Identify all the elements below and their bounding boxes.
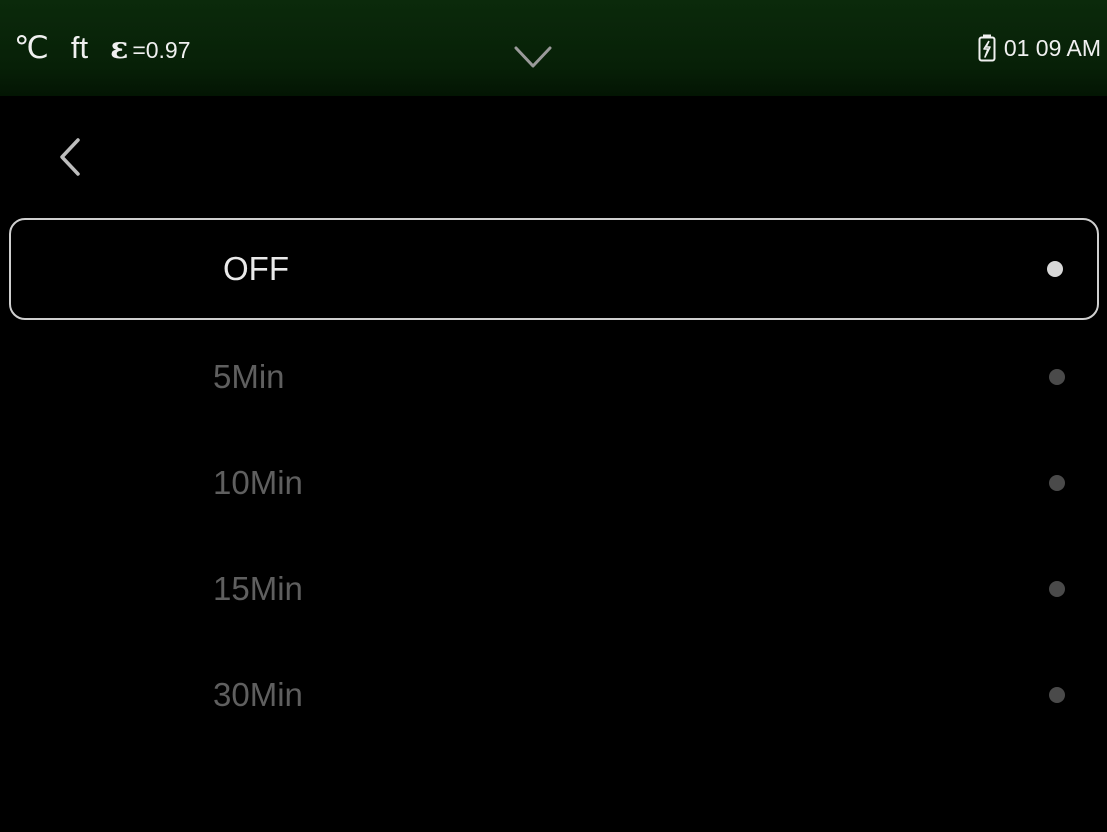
measurement-settings: ℃ ft ε =0.97 bbox=[14, 30, 191, 66]
option-label: 30Min bbox=[213, 676, 303, 713]
temperature-unit: ℃ bbox=[14, 30, 49, 65]
radio-indicator bbox=[1047, 261, 1063, 277]
emissivity-value: =0.97 bbox=[132, 37, 191, 63]
option-30min[interactable]: 30Min bbox=[9, 642, 1099, 748]
option-off[interactable]: OFF bbox=[9, 218, 1099, 320]
option-label: 15Min bbox=[213, 570, 303, 607]
option-5min[interactable]: 5Min bbox=[9, 324, 1099, 430]
distance-unit: ft bbox=[70, 30, 89, 65]
auto-off-options: OFF 5Min 10Min 15Min 30Min bbox=[9, 218, 1099, 748]
battery-charging-icon bbox=[978, 34, 996, 62]
chevron-left-icon bbox=[60, 138, 80, 176]
emissivity-symbol: ε bbox=[110, 31, 129, 66]
option-label: OFF bbox=[223, 250, 289, 287]
option-15min[interactable]: 15Min bbox=[9, 536, 1099, 642]
radio-indicator bbox=[1049, 369, 1065, 385]
option-label: 5Min bbox=[213, 358, 285, 395]
option-label: 10Min bbox=[213, 464, 303, 501]
radio-indicator bbox=[1049, 687, 1065, 703]
option-10min[interactable]: 10Min bbox=[9, 430, 1099, 536]
radio-indicator bbox=[1049, 581, 1065, 597]
status-right: 01 09 AM bbox=[978, 34, 1101, 62]
chevron-down-icon[interactable] bbox=[513, 44, 553, 70]
clock: 01 09 AM bbox=[1003, 34, 1101, 61]
back-button[interactable] bbox=[48, 132, 98, 182]
radio-indicator bbox=[1049, 475, 1065, 491]
status-bar: ℃ ft ε =0.97 01 09 AM bbox=[0, 0, 1107, 96]
